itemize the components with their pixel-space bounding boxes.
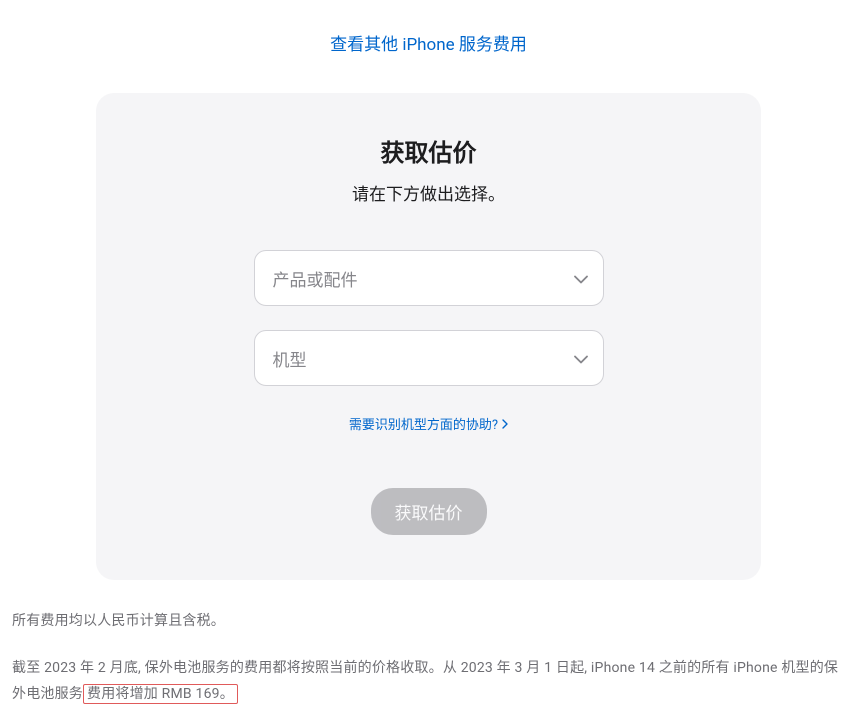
model-select-wrap: 机型	[254, 330, 604, 386]
currency-note: 所有费用均以人民币计算且含税。	[12, 608, 845, 635]
view-other-services-link[interactable]: 查看其他 iPhone 服务费用	[10, 0, 847, 75]
model-select-placeholder: 机型	[273, 346, 307, 371]
identify-model-help-link[interactable]: 需要识别机型方面的协助?	[126, 410, 731, 433]
help-link-text: 需要识别机型方面的协助?	[349, 414, 498, 433]
model-select[interactable]: 机型	[254, 330, 604, 386]
product-select[interactable]: 产品或配件	[254, 250, 604, 306]
price-highlight: 费用将增加 RMB 169。	[83, 684, 238, 704]
estimate-card: 获取估价 请在下方做出选择。 产品或配件 机型 需要识别机型方面的协助? 获取	[96, 93, 761, 580]
chevron-right-icon	[502, 419, 508, 429]
card-subtitle: 请在下方做出选择。	[126, 180, 731, 205]
card-title: 获取估价	[126, 133, 731, 168]
product-select-wrap: 产品或配件	[254, 250, 604, 306]
product-select-placeholder: 产品或配件	[273, 266, 358, 291]
get-estimate-button[interactable]: 获取估价	[371, 488, 487, 535]
